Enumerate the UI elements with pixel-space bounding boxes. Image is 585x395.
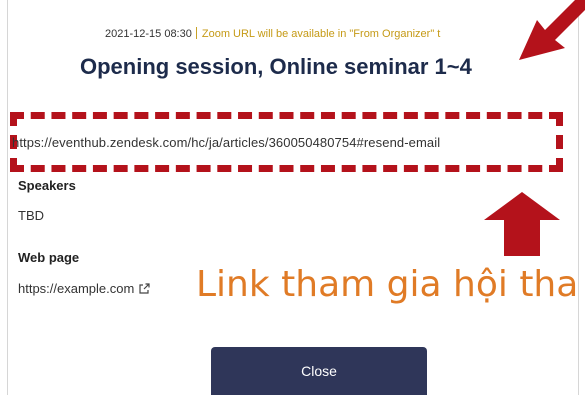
- close-button[interactable]: Close: [211, 347, 427, 395]
- speakers-value: TBD: [18, 208, 44, 223]
- up-arrow-icon: [484, 192, 560, 256]
- meta-separator: [195, 27, 197, 39]
- down-arrow-icon: [519, 0, 585, 60]
- speakers-label: Speakers: [18, 178, 76, 193]
- event-title: Opening session, Online seminar 1~4: [80, 54, 472, 79]
- web-page-label: Web page: [18, 250, 80, 265]
- event-datetime: 2021-12-15 08:30: [105, 28, 192, 40]
- zoom-notice: Zoom URL will be available in "From Orga…: [201, 28, 441, 40]
- web-page-link-row[interactable]: https://example.com: [18, 281, 150, 296]
- event-meta: 2021-12-15 08:30 Zoom URL will be availab…: [105, 27, 440, 40]
- external-link-icon: [139, 283, 150, 294]
- overlay-annotation-text: Link tham gia hội tha: [196, 264, 579, 305]
- highlighted-url-link[interactable]: https://eventhub.zendesk.com/hc/ja/artic…: [12, 135, 440, 150]
- web-page-link[interactable]: https://example.com: [18, 281, 134, 296]
